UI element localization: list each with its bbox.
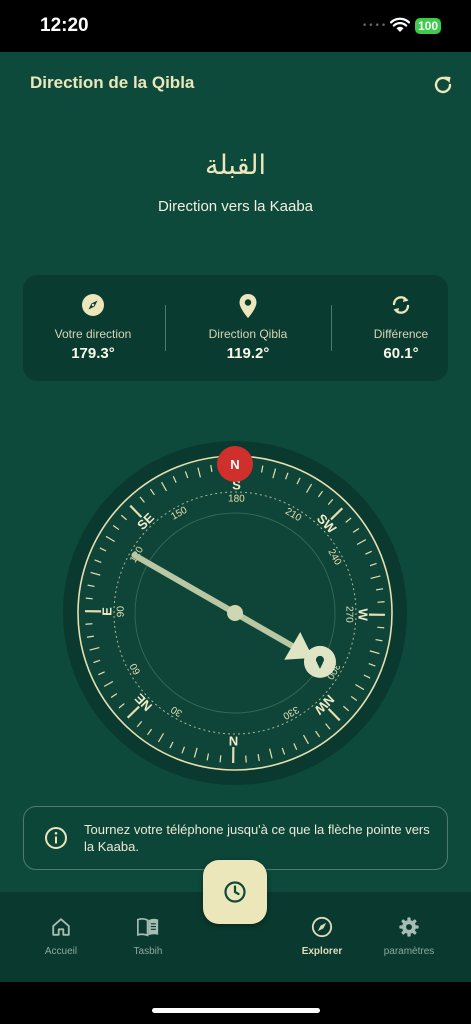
nav-item-tasbih[interactable]: Tasbih [103,916,193,957]
subtitle: Direction vers la Kaaba [157,198,314,215]
status-time: 12:20 [40,15,89,36]
stat-value: 119.2° [226,345,270,362]
nav-item-parametres[interactable]: paramètres [364,916,454,957]
north-badge-label: N [230,457,239,472]
clock-icon [224,881,246,903]
home-indicator [152,1008,320,1013]
gear-icon [399,917,419,937]
home-icon [52,918,70,936]
page-title: Direction de la Qibla [30,73,195,92]
nav-label: paramètres [383,946,435,957]
stat-label: Votre direction [54,327,132,341]
battery-indicator: 100 [415,18,442,34]
divider [165,305,166,351]
refresh-icon [434,76,452,94]
compass-tick [219,755,222,763]
qibla-info-card: Votre direction 179.3° Direction Qibla 1… [23,275,448,381]
home-indicator-area [0,982,471,1024]
north-marker: N [217,446,253,482]
sync-icon [392,296,410,314]
nav-item-accueil[interactable]: Accueil [16,916,106,957]
stat-label: Direction Qibla [208,327,288,341]
location-pin-icon [239,294,257,318]
qibla-direction-stat: Direction Qibla 119.2° [178,275,318,381]
compass-tick [377,601,385,603]
stat-label: Différence [373,327,429,341]
compass-icon [311,916,333,938]
nav-label: Tasbih [133,946,163,957]
qibla-compass: 306090120150180210240270300330 NNEESESSW… [62,440,408,786]
cardinal-label: E [99,607,114,616]
stat-value: 60.1° [383,345,419,362]
kaaba-marker [303,645,336,678]
compass-tick [85,623,93,625]
cardinal-label: N [229,733,239,748]
degree-label: 270 [343,606,354,623]
degree-label: 90 [116,606,127,618]
signal-icon: •••• [362,21,388,31]
nav-label: Accueil [44,946,78,957]
compass-tick [85,597,93,600]
prayer-times-button[interactable] [203,860,267,924]
degree-label: 180 [228,494,245,505]
refresh-button[interactable] [430,72,456,98]
nav-item-explorer[interactable]: Explorer [277,916,367,957]
info-icon [45,827,67,849]
cardinal-label: W [355,608,370,621]
status-bar: 12:20 •••• 100 [0,0,471,52]
needle-pivot [227,605,243,621]
wifi-icon [390,17,410,32]
compass-tick [245,755,247,763]
stat-value: 179.3° [71,345,115,362]
compass-tick [377,626,385,629]
book-icon [137,917,159,937]
your-direction-stat: Votre direction 179.3° [23,275,163,381]
compass-dial: 306090120150180210240270300330 NNEESESSW… [63,441,407,785]
nav-label: Explorer [301,946,343,957]
arabic-title: القبلة [205,150,266,181]
instruction-text: Tournez votre téléphone jusqu'à ce que l… [84,822,430,854]
difference-stat: Différence 60.1° [331,275,471,381]
compass-icon [82,294,104,316]
